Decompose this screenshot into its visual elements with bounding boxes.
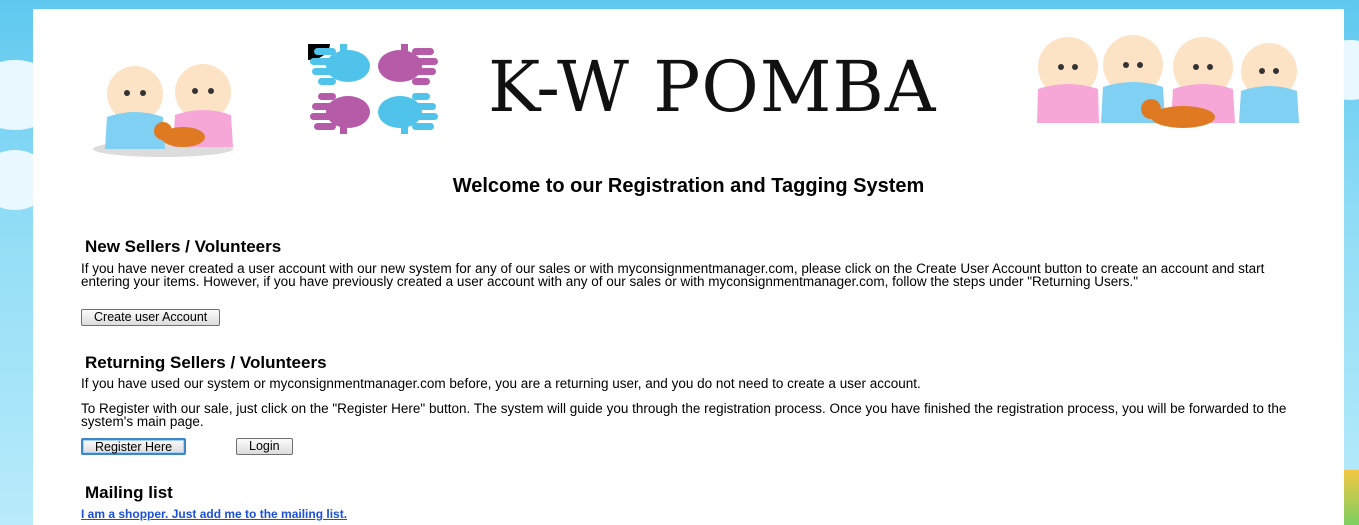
returning-sellers-text-2: To Register with our sale, just click on… — [81, 401, 1287, 429]
login-button[interactable]: Login — [236, 438, 293, 455]
site-header: K-W POMBA — [33, 9, 1344, 159]
site-title: K-W POMBA — [488, 46, 937, 128]
returning-sellers-heading: Returning Sellers / Volunteers — [85, 353, 327, 372]
page-container: K-W POMBA Welcome to our Registration an… — [33, 9, 1344, 525]
mailing-list-heading: Mailing list — [85, 483, 173, 502]
register-here-button[interactable]: Register Here — [81, 438, 187, 455]
mailing-list-link[interactable]: I am a shopper. Just add me to the maili… — [81, 507, 347, 521]
new-sellers-text: If you have never created a user account… — [81, 261, 1265, 289]
create-user-account-button[interactable]: Create user Account — [81, 309, 221, 326]
new-sellers-heading: New Sellers / Volunteers — [85, 237, 282, 256]
welcome-heading: Welcome to our Registration and Tagging … — [452, 175, 925, 197]
babies-left-illustration — [93, 64, 233, 157]
returning-sellers-text-1: If you have used our system or myconsign… — [81, 376, 921, 391]
hands-logo-icon — [308, 44, 438, 134]
background-decoration — [1344, 470, 1359, 525]
babies-right-illustration — [1037, 35, 1299, 128]
